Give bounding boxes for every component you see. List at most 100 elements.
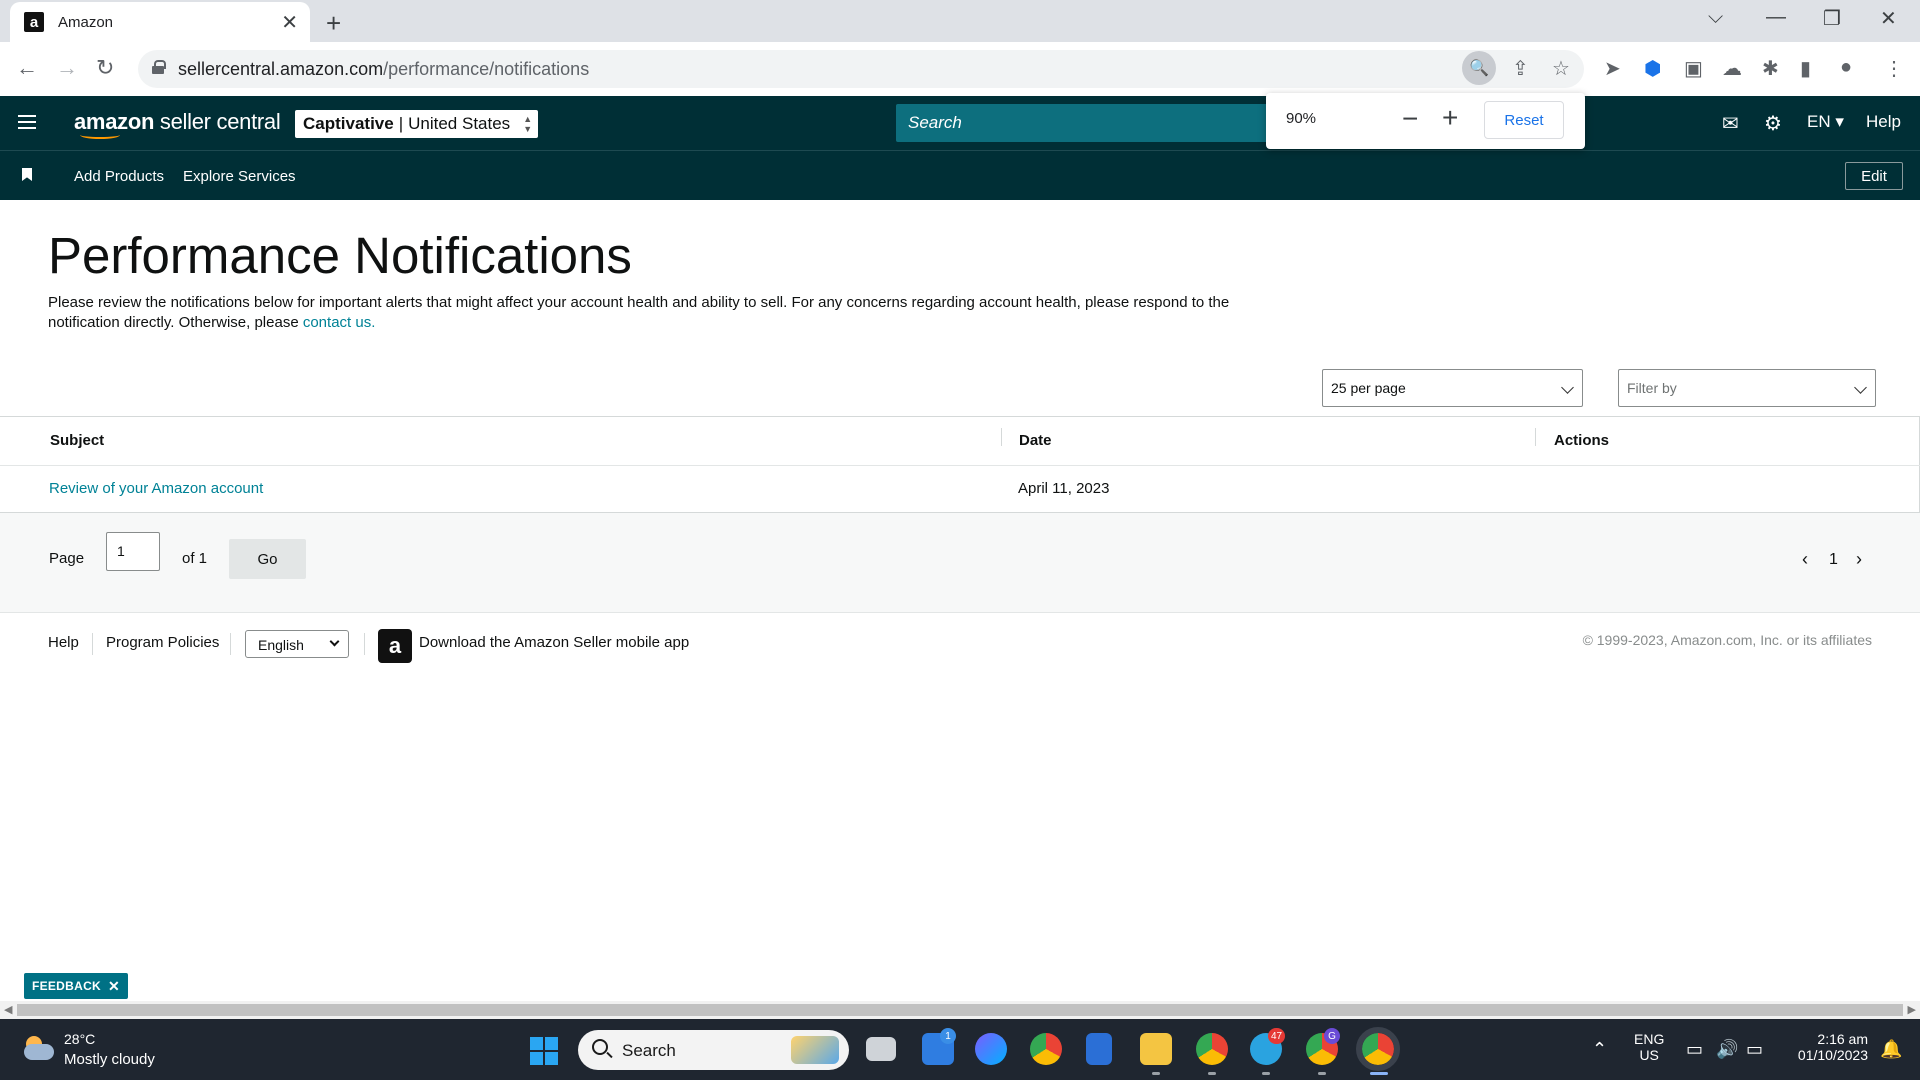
page-count-label: of 1 — [182, 550, 208, 567]
pagination-bar: Page 1 of 1 Go ‹ 1 › — [0, 513, 1920, 613]
program-policies-link[interactable]: Program Policies — [106, 634, 219, 651]
taskbar-search-label: Search — [622, 1041, 676, 1060]
search-highlight-icon — [791, 1036, 839, 1064]
tab-search-chevron-icon[interactable]: ⌵ — [1708, 6, 1723, 29]
weather-description[interactable]: Mostly cloudy — [64, 1051, 155, 1068]
account-switcher[interactable]: Captivative | United States ▲ ▼ — [295, 110, 539, 138]
messenger-icon[interactable] — [975, 1033, 1007, 1065]
telegram-badge: 47 — [1268, 1028, 1286, 1044]
hamburger-menu-icon[interactable] — [18, 115, 36, 129]
download-app-link[interactable]: Download the Amazon Seller mobile app — [419, 634, 689, 651]
edit-bookmarks-button[interactable]: Edit — [1845, 162, 1903, 190]
taskbar-search[interactable]: Search — [578, 1030, 849, 1070]
language-selector[interactable]: EN ▾ — [1807, 112, 1844, 132]
extensions-puzzle-icon[interactable]: ✱ — [1762, 56, 1779, 81]
chrome-profile-icon[interactable] — [1196, 1033, 1228, 1065]
forward-button[interactable]: → — [56, 55, 78, 81]
next-page-icon[interactable]: › — [1856, 549, 1862, 570]
column-divider — [1001, 428, 1002, 446]
notification-subject-link[interactable]: Review of your Amazon account — [49, 480, 263, 497]
browser-tab[interactable]: a Amazon ✕ — [10, 2, 310, 42]
filter-select[interactable]: Filter by — [1618, 369, 1876, 407]
language-indicator[interactable]: ENG US — [1634, 1031, 1664, 1063]
close-tab-icon[interactable]: ✕ — [281, 10, 298, 35]
browser-tabstrip: a Amazon ✕ + ⌵ — ❐ ✕ — [0, 0, 1920, 42]
nav-add-products[interactable]: Add Products — [74, 168, 164, 185]
notifications-icon[interactable]: 🔔 — [1880, 1039, 1902, 1060]
extension-off-icon[interactable]: ▣ — [1684, 56, 1703, 81]
share-icon[interactable]: ⇪ — [1512, 56, 1529, 81]
search-input[interactable]: Search — [896, 104, 1296, 142]
windows-start-icon[interactable] — [530, 1037, 558, 1065]
temperature[interactable]: 28°C — [64, 1031, 95, 1047]
restore-button[interactable]: ❐ — [1823, 6, 1841, 31]
browser-menu-icon[interactable]: ⋮ — [1884, 56, 1904, 81]
copyright-text: © 1999-2023, Amazon.com, Inc. or its aff… — [1582, 632, 1872, 648]
column-header-actions: Actions — [1554, 432, 1610, 449]
side-panel-icon[interactable]: ▮ — [1800, 56, 1811, 81]
zoom-reset-button[interactable]: Reset — [1484, 101, 1564, 139]
notepad-icon[interactable] — [1086, 1033, 1112, 1065]
task-view-icon[interactable] — [866, 1037, 896, 1061]
column-header-subject[interactable]: Subject — [50, 432, 104, 449]
seller-central-logo[interactable]: amazon seller central — [74, 109, 281, 139]
reload-button[interactable]: ↻ — [96, 55, 114, 81]
chrome-active-icon[interactable] — [1356, 1027, 1400, 1071]
volume-icon[interactable]: 🔊 — [1716, 1039, 1738, 1060]
go-button[interactable]: Go — [229, 539, 306, 579]
extension-arrow-icon[interactable]: ➤ — [1604, 56, 1621, 81]
address-bar[interactable]: sellercentral.amazon.com/performance/not… — [138, 50, 1584, 88]
close-window-button[interactable]: ✕ — [1880, 6, 1897, 31]
tab-title: Amazon — [58, 13, 114, 31]
chevron-down-icon — [1854, 381, 1867, 394]
weather-cloudy-icon[interactable] — [22, 1034, 56, 1062]
chrome-g-badge: G — [1324, 1028, 1340, 1044]
footer-help-link[interactable]: Help — [48, 634, 79, 651]
extension-cloud-icon[interactable]: ☁ — [1722, 56, 1742, 81]
minimize-button[interactable]: — — [1766, 6, 1786, 29]
extension-blue-icon[interactable]: ⬢ — [1644, 56, 1661, 81]
bookmark-star-icon[interactable]: ☆ — [1552, 56, 1570, 81]
close-icon[interactable]: ✕ — [108, 978, 120, 995]
file-explorer-icon[interactable] — [1140, 1033, 1172, 1065]
contact-us-link[interactable]: contact us. — [303, 314, 376, 331]
back-button[interactable]: ← — [16, 55, 38, 81]
current-page-number[interactable]: 1 — [1829, 551, 1838, 569]
url-text: sellercentral.amazon.com/performance/not… — [178, 59, 590, 79]
footer-language-select[interactable]: English — [245, 630, 349, 658]
network-icon[interactable]: ▭ — [1686, 1039, 1703, 1060]
zoom-in-button[interactable]: + — [1442, 102, 1458, 134]
mail-icon[interactable]: ✉ — [1722, 111, 1739, 136]
page-label: Page — [49, 550, 85, 567]
help-link[interactable]: Help — [1866, 112, 1901, 132]
zoom-popup: 90% − + Reset — [1266, 93, 1585, 149]
profile-avatar-icon[interactable]: ● — [1840, 56, 1852, 79]
show-hidden-icons-chevron[interactable]: ⌃ — [1592, 1039, 1607, 1060]
intro-text: Please review the notifications below fo… — [48, 294, 1230, 331]
zoom-out-button[interactable]: − — [1402, 103, 1418, 135]
bookmarks-bar: Add Products Explore Services Edit — [0, 150, 1920, 200]
footer: Help Program Policies English a Download… — [0, 613, 1920, 673]
feedback-button[interactable]: FEEDBACK ✕ — [24, 973, 128, 999]
column-header-date[interactable]: Date — [1019, 432, 1052, 449]
notification-date: April 11, 2023 — [1018, 480, 1110, 497]
zoom-icon[interactable]: 🔍 — [1462, 51, 1496, 85]
previous-page-icon[interactable]: ‹ — [1802, 549, 1808, 570]
clock[interactable]: 2:16 am 01/10/2023 — [1782, 1031, 1868, 1063]
amazon-favicon-icon: a — [24, 12, 44, 32]
browser-toolbar: ← → ↻ sellercentral.amazon.com/performan… — [0, 42, 1920, 96]
chrome-icon[interactable] — [1030, 1033, 1062, 1065]
search-icon — [592, 1039, 608, 1055]
per-page-select[interactable]: 25 per page — [1322, 369, 1583, 407]
page-number-input[interactable]: 1 — [106, 532, 160, 571]
nav-explore-services[interactable]: Explore Services — [183, 168, 296, 185]
chevron-down-icon — [329, 636, 340, 647]
battery-icon[interactable]: ▭ — [1746, 1039, 1763, 1060]
horizontal-scrollbar[interactable]: ◀ ▶ — [0, 1001, 1920, 1019]
windows-taskbar: 28°C Mostly cloudy Search 1 47 G ⌃ ENG US… — [0, 1019, 1920, 1080]
bookmark-icon[interactable] — [22, 168, 32, 181]
gear-icon[interactable]: ⚙ — [1764, 111, 1782, 136]
lock-icon[interactable] — [152, 60, 166, 74]
new-tab-button[interactable]: + — [326, 8, 341, 39]
amazon-app-icon[interactable]: a — [378, 629, 412, 663]
